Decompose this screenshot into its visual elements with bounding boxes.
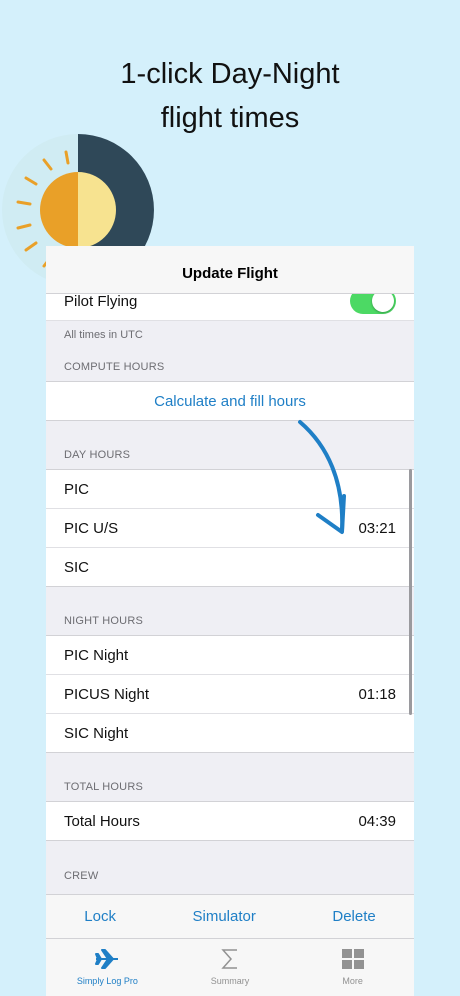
day-sic-row[interactable]: SIC [46,548,414,587]
total-hours-header: TOTAL HOURS [46,753,414,802]
tab-summary[interactable]: Summary [169,939,292,996]
day-hours-header: DAY HOURS [46,421,414,470]
nav-title: Update Flight [182,265,278,282]
day-sic-label: SIC [64,558,90,576]
night-pic-row[interactable]: PIC Night [46,636,414,675]
day-pic-label: PIC [64,480,90,498]
compute-hours-header: COMPUTE HOURS [46,354,414,382]
bottom-toolbar: Lock Simulator Delete [46,894,414,938]
crew-header: CREW [64,870,99,882]
night-hours-header: NIGHT HOURS [46,587,414,636]
tab-label: Simply Log Pro [76,976,138,986]
sigma-icon [221,947,239,971]
night-sic-row[interactable]: SIC Night [46,714,414,753]
airplane-icon [94,947,120,971]
night-picus-label: PICUS Night [64,685,150,703]
day-pic-us-row[interactable]: PIC U/S 03:21 [46,509,414,548]
headline-line-1: 1-click Day-Night [120,58,340,90]
promo-headline: 1-click Day-Night flight times [0,52,460,140]
tab-label: Summary [210,976,250,986]
day-pic-us-value: 03:21 [358,519,396,537]
night-pic-label: PIC Night [64,646,129,664]
utc-note: All times in UTC [64,329,143,341]
night-sic-label: SIC Night [64,724,129,742]
phone-screen: Update Flight Pilot Flying All times in … [46,246,414,996]
total-hours-value: 04:39 [358,812,396,830]
tab-more[interactable]: More [291,939,414,996]
total-hours-row[interactable]: Total Hours 04:39 [46,802,414,841]
day-pic-us-label: PIC U/S [64,519,119,537]
tab-simply-log-pro[interactable]: Simply Log Pro [46,939,169,996]
form-content[interactable]: Pilot Flying All times in UTC COMPUTE HO… [46,288,414,890]
night-picus-value: 01:18 [358,685,396,703]
night-picus-row[interactable]: PICUS Night 01:18 [46,675,414,714]
day-pic-row[interactable]: PIC [46,470,414,509]
tab-bar: Simply Log Pro Summary More [46,938,414,996]
tab-label: More [342,976,363,986]
calculate-fill-hours-button[interactable]: Calculate and fill hours [46,382,414,421]
nav-bar: Update Flight [46,246,414,294]
simulator-button[interactable]: Simulator [192,908,255,925]
scrollbar[interactable] [409,469,412,715]
total-hours-label: Total Hours [64,812,140,830]
lock-button[interactable]: Lock [84,908,116,925]
delete-button[interactable]: Delete [332,908,375,925]
grid-icon [341,947,364,971]
